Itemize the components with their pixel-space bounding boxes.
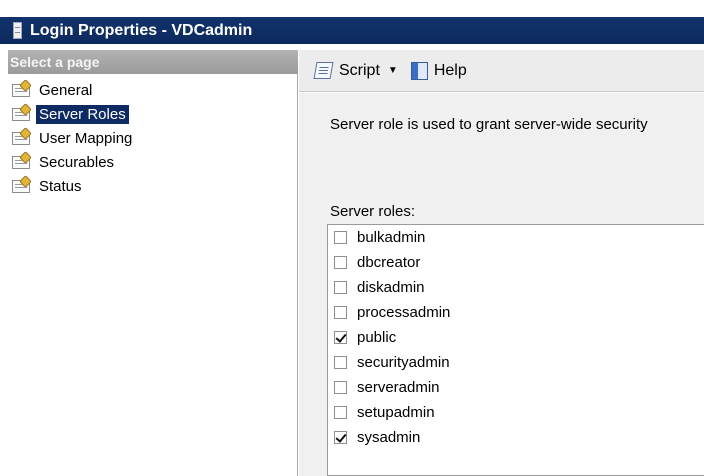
script-icon	[313, 61, 335, 81]
role-label: dbcreator	[357, 254, 421, 271]
role-row-public[interactable]: public	[334, 325, 396, 350]
page-properties-icon	[11, 79, 32, 99]
help-button-label: Help	[433, 61, 467, 79]
page-properties-icon	[11, 103, 32, 123]
script-button-label: Script	[339, 61, 380, 79]
role-label: securityadmin	[357, 354, 450, 371]
page-item-label: General	[39, 81, 93, 99]
page-properties-icon	[11, 127, 32, 147]
page-item-user-mapping[interactable]: User Mapping	[8, 126, 135, 150]
server-roles-label: Server roles:	[330, 203, 416, 220]
role-label: sysadmin	[357, 429, 421, 446]
role-row-diskadmin[interactable]: diskadmin	[334, 275, 425, 300]
role-row-dbcreator[interactable]: dbcreator	[334, 250, 420, 275]
server-roles-list: bulkadmin dbcreator diskadmin processadm…	[327, 224, 704, 476]
server-roles-panel: Server role is used to grant server-wide…	[299, 93, 704, 476]
chevron-down-icon[interactable]: ▼	[388, 65, 398, 76]
role-checkbox[interactable]	[334, 331, 347, 344]
page-item-securables[interactable]: Securables	[8, 150, 135, 174]
description-text: Server role is used to grant server-wide…	[330, 116, 648, 133]
role-row-setupadmin[interactable]: setupadmin	[334, 400, 435, 425]
page-item-label: Status	[39, 177, 82, 195]
role-checkbox[interactable]	[334, 306, 347, 319]
role-label: processadmin	[357, 304, 451, 321]
role-row-securityadmin[interactable]: securityadmin	[334, 350, 450, 375]
role-checkbox[interactable]	[334, 231, 347, 244]
help-button[interactable]: Help	[410, 61, 467, 81]
role-row-bulkadmin[interactable]: bulkadmin	[334, 225, 425, 250]
toolbar: Script ▼ Help	[299, 50, 704, 92]
window-icon	[13, 22, 22, 39]
page-item-server-roles[interactable]: Server Roles	[8, 102, 135, 126]
page-item-status[interactable]: Status	[8, 174, 135, 198]
page-item-label: Securables	[39, 153, 115, 171]
script-button[interactable]: Script ▼	[313, 61, 398, 81]
role-label: serveradmin	[357, 379, 440, 396]
role-checkbox[interactable]	[334, 381, 347, 394]
page-list: General Server Roles User Mapping Secura…	[8, 78, 135, 198]
page-properties-icon	[11, 151, 32, 171]
page-item-label: Server Roles	[36, 104, 129, 124]
help-icon	[410, 61, 430, 81]
page-properties-icon	[11, 175, 32, 195]
role-label: diskadmin	[357, 279, 425, 296]
role-checkbox[interactable]	[334, 281, 347, 294]
role-row-processadmin[interactable]: processadmin	[334, 300, 450, 325]
role-checkbox[interactable]	[334, 256, 347, 269]
window-titlebar[interactable]: Login Properties - VDCadmin	[0, 17, 704, 44]
role-checkbox[interactable]	[334, 431, 347, 444]
role-label: bulkadmin	[357, 229, 426, 246]
page-item-label: User Mapping	[39, 129, 133, 147]
role-label: public	[357, 329, 397, 346]
role-row-serveradmin[interactable]: serveradmin	[334, 375, 440, 400]
role-checkbox[interactable]	[334, 356, 347, 369]
role-label: setupadmin	[357, 404, 435, 421]
select-page-header: Select a page	[8, 50, 298, 74]
page-item-general[interactable]: General	[8, 78, 135, 102]
page-selector-pane: Select a page General Server Roles User …	[8, 50, 298, 476]
window-title: Login Properties - VDCadmin	[30, 21, 253, 39]
role-row-sysadmin[interactable]: sysadmin	[334, 425, 420, 450]
role-checkbox[interactable]	[334, 406, 347, 419]
